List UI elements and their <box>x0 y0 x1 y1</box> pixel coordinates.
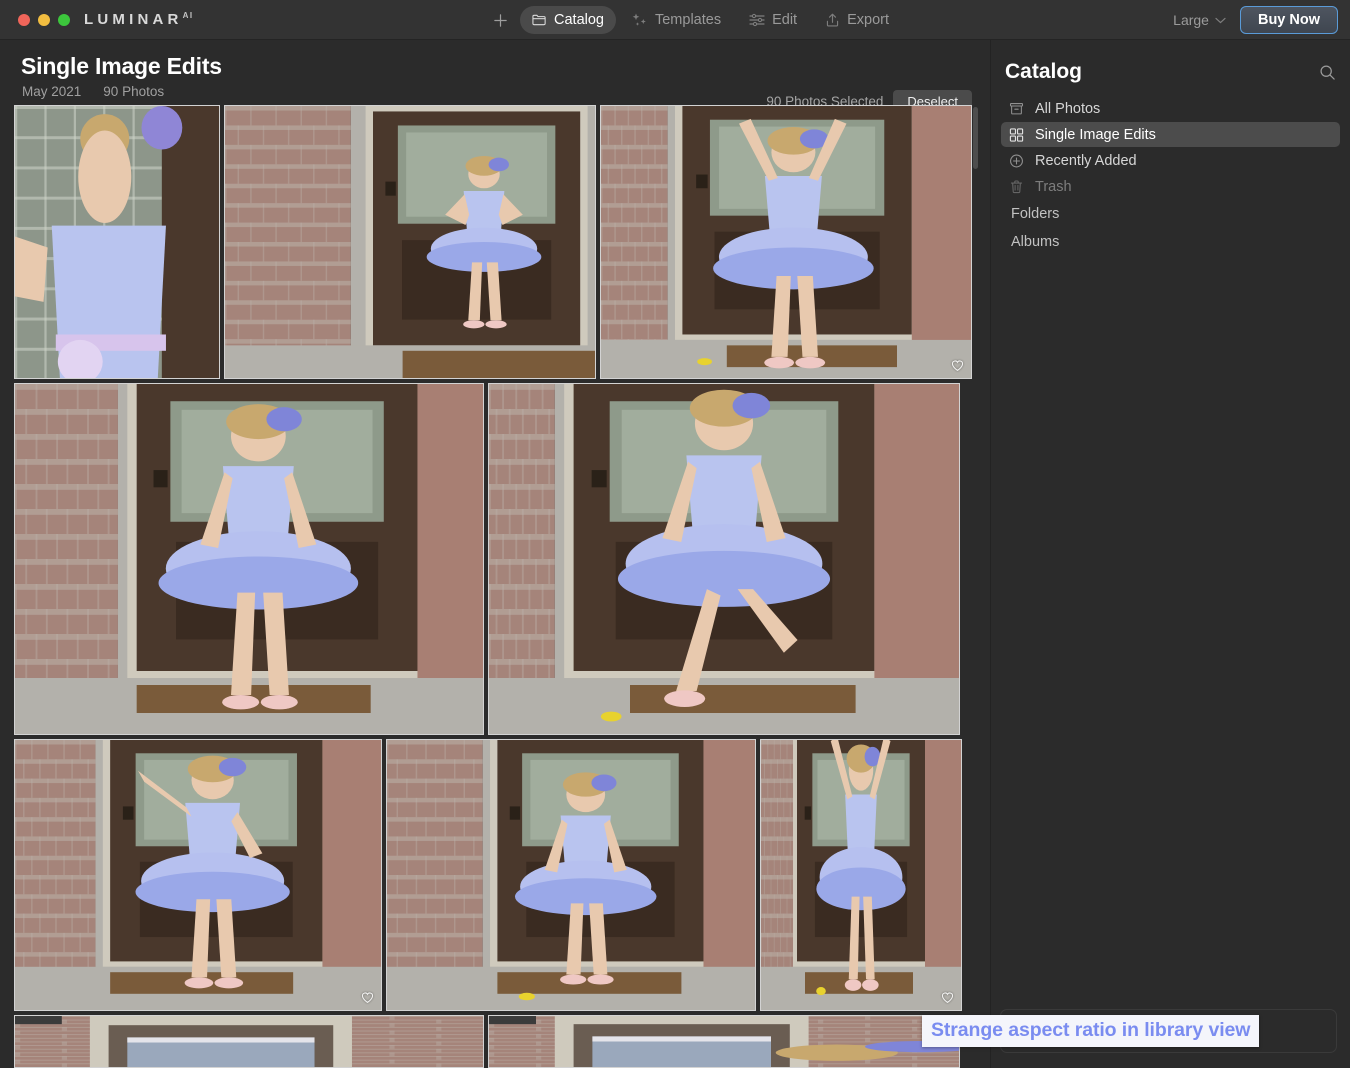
minimize-window-button[interactable] <box>38 14 50 26</box>
photo-image <box>489 1016 959 1067</box>
sliders-icon <box>749 13 765 27</box>
archive-icon <box>1009 101 1024 116</box>
photo-thumbnail[interactable] <box>14 105 220 379</box>
photo-image <box>15 384 483 734</box>
favorite-heart-icon[interactable] <box>941 991 954 1004</box>
search-icon[interactable] <box>1319 64 1336 81</box>
sidebar-group-albums[interactable]: Albums <box>1001 228 1340 255</box>
photo-thumbnail[interactable] <box>14 383 484 735</box>
buy-now-label: Buy Now <box>1257 12 1320 28</box>
sidebar-item-all-photos[interactable]: All Photos <box>1001 96 1340 121</box>
sidebar-group-label: Folders <box>1011 205 1060 222</box>
photo-thumbnail[interactable] <box>760 739 962 1011</box>
photo-image <box>15 1016 483 1067</box>
photo-thumbnail[interactable] <box>386 739 756 1011</box>
sidebar-item-trash[interactable]: Trash <box>1001 174 1340 199</box>
grid-scrollbar[interactable] <box>973 107 978 169</box>
window-controls <box>18 14 70 26</box>
photo-thumbnail[interactable] <box>224 105 596 379</box>
sidebar-item-label: Trash <box>1035 178 1072 195</box>
sidebar-group-folders[interactable]: Folders <box>1001 200 1340 227</box>
sidebar-item-recently-added[interactable]: Recently Added <box>1001 148 1340 173</box>
photo-image <box>489 384 959 734</box>
photo-image <box>387 740 755 1010</box>
page-title: Single Image Edits <box>21 53 222 79</box>
photo-grid[interactable] <box>0 105 990 1068</box>
add-photos-button[interactable] <box>485 6 516 34</box>
catalog-sidebar: Catalog All Photos Single Image Edits Re… <box>990 40 1350 1068</box>
sidebar-group-label: Albums <box>1011 233 1060 250</box>
tab-edit[interactable]: Edit <box>737 6 809 34</box>
sidebar-list: All Photos Single Image Edits Recently A… <box>1001 96 1340 255</box>
title-bar: LUMINARAI Catalog Templates Edit Export … <box>0 0 1350 40</box>
upload-icon <box>825 12 840 28</box>
photo-row <box>14 105 972 379</box>
photo-thumbnail[interactable] <box>488 383 960 735</box>
photo-row <box>14 739 962 1011</box>
photo-thumbnail[interactable] <box>14 739 382 1011</box>
plus-icon <box>493 13 508 28</box>
library-header: Single Image Edits May 2021 90 Photos 90… <box>0 40 990 140</box>
album-photo-count: 90 Photos <box>103 84 165 99</box>
thumbnail-size-label: Large <box>1173 12 1209 28</box>
sidebar-item-label: Recently Added <box>1035 152 1137 169</box>
photo-image <box>601 106 971 378</box>
annotation-label: Strange aspect ratio in library view <box>922 1015 1260 1047</box>
trash-icon <box>1009 179 1024 194</box>
thumbnail-size-selector[interactable]: Large <box>1173 12 1226 28</box>
sidebar-item-single-image-edits[interactable]: Single Image Edits <box>1001 122 1340 147</box>
album-date: May 2021 <box>22 84 82 99</box>
favorite-heart-icon[interactable] <box>361 991 374 1004</box>
photo-image <box>761 740 961 1010</box>
photo-thumbnail[interactable] <box>14 1015 484 1068</box>
photo-image <box>15 740 381 1010</box>
tab-export-label: Export <box>847 12 889 28</box>
sidebar-title: Catalog <box>1005 60 1083 83</box>
chevron-down-icon <box>1215 17 1226 24</box>
photo-row <box>14 383 960 735</box>
sidebar-item-label: All Photos <box>1035 100 1101 117</box>
close-window-button[interactable] <box>18 14 30 26</box>
tab-edit-label: Edit <box>772 12 798 28</box>
grid-icon <box>1009 127 1024 142</box>
sidebar-header: Catalog <box>1005 56 1336 88</box>
tab-templates-label: Templates <box>654 12 722 28</box>
brand-name: LUMINAR <box>84 11 183 28</box>
sidebar-item-label: Single Image Edits <box>1035 126 1156 143</box>
maximize-window-button[interactable] <box>58 14 70 26</box>
sparkle-icon <box>632 12 648 28</box>
folder-icon <box>532 13 547 27</box>
tab-catalog[interactable]: Catalog <box>520 6 616 34</box>
plus-circle-icon <box>1009 153 1024 168</box>
title-bar-right: Large Buy Now <box>1173 5 1338 35</box>
tab-catalog-label: Catalog <box>554 12 604 28</box>
app-logo: LUMINARAI <box>84 11 194 28</box>
luminar-ai-window: LUMINARAI Catalog Templates Edit Export … <box>0 0 1350 1068</box>
photo-image <box>15 106 219 378</box>
brand-superscript: AI <box>182 11 194 20</box>
favorite-heart-icon[interactable] <box>951 359 964 372</box>
buy-now-button[interactable]: Buy Now <box>1239 6 1338 34</box>
photo-thumbnail[interactable] <box>488 1015 960 1068</box>
photo-image <box>225 106 595 378</box>
tab-templates[interactable]: Templates <box>620 6 733 34</box>
main-nav: Catalog Templates Edit Export <box>485 5 901 35</box>
photo-thumbnail[interactable] <box>600 105 972 379</box>
tab-export[interactable]: Export <box>813 6 901 34</box>
page-subtitle: May 2021 90 Photos <box>22 84 164 99</box>
photo-row <box>14 1015 960 1068</box>
